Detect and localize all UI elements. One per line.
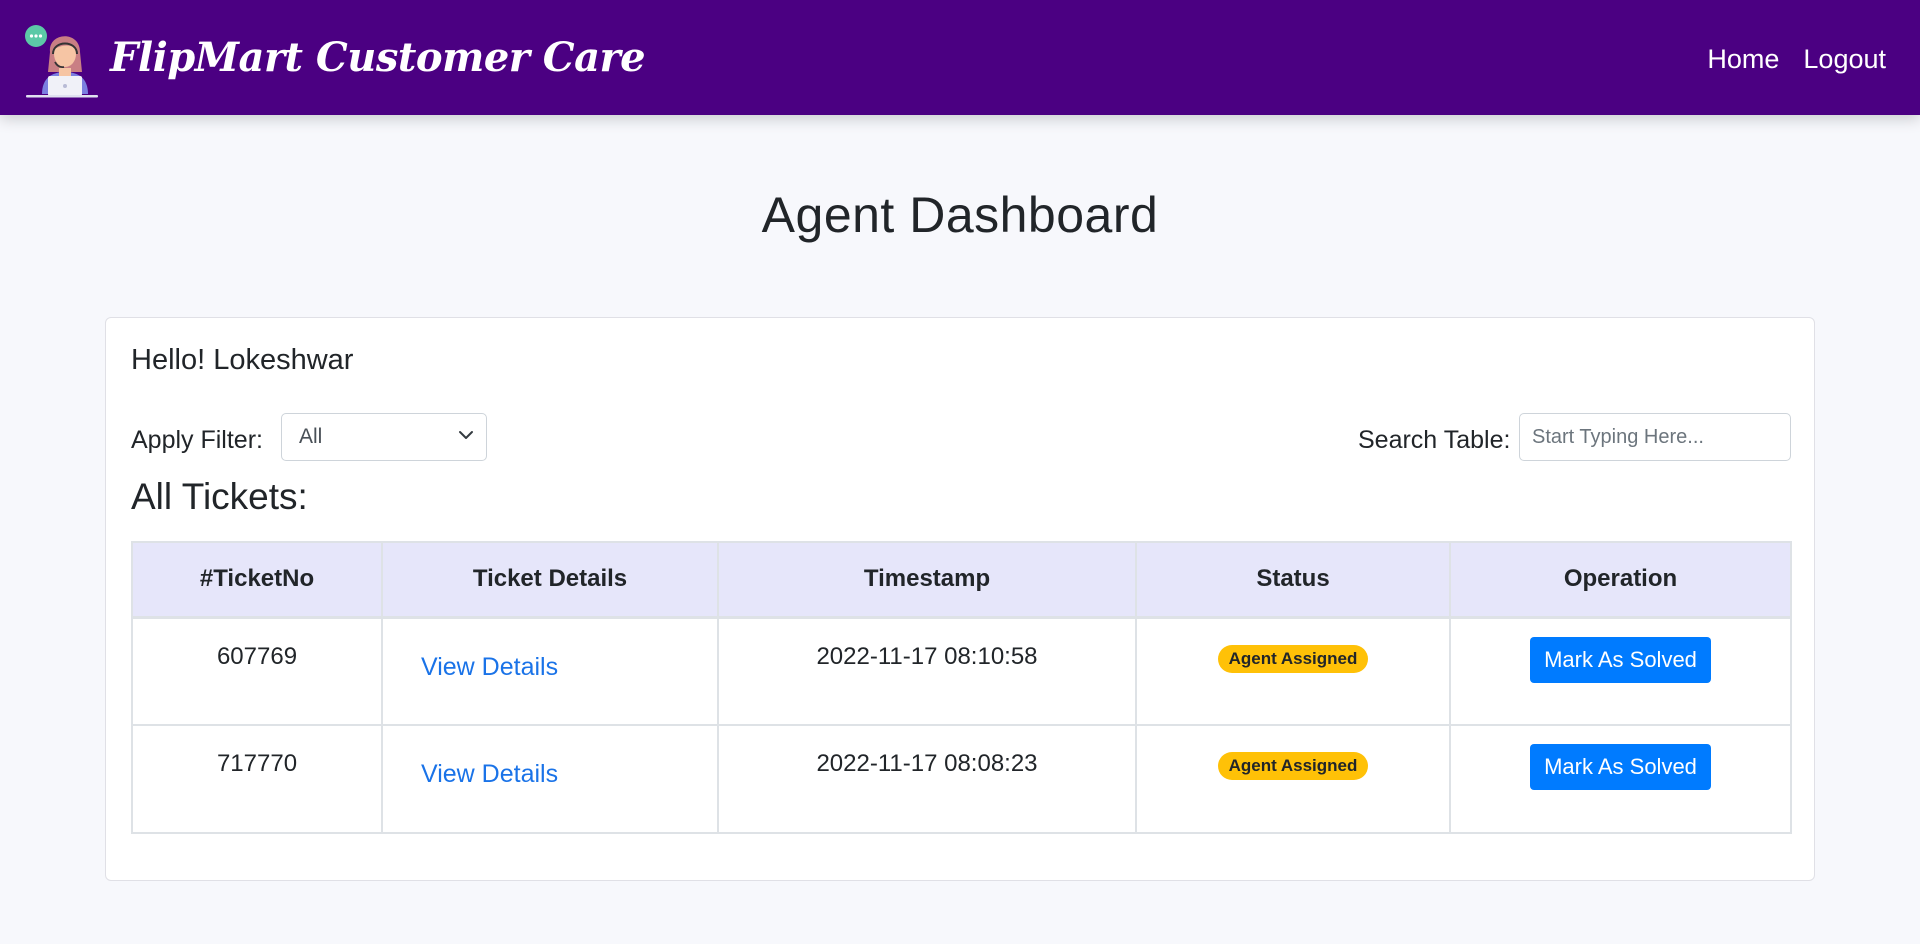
search-label: Search Table: bbox=[1358, 426, 1511, 454]
nav-logout-link[interactable]: Logout bbox=[1803, 44, 1886, 75]
table-body: 607769 View Details 2022-11-17 08:10:58 … bbox=[131, 616, 1792, 834]
header-ticket-details: Ticket Details bbox=[381, 541, 719, 619]
page-title: Agent Dashboard bbox=[761, 187, 1159, 243]
brand[interactable]: FlipMart Customer Care bbox=[22, 0, 646, 115]
header-operation: Operation bbox=[1449, 541, 1792, 619]
ticket-no-cell: 717770 bbox=[131, 724, 383, 834]
status-cell: Agent Assigned bbox=[1135, 616, 1451, 726]
brand-title: FlipMart Customer Care bbox=[110, 34, 646, 81]
operation-cell: Mark As Solved bbox=[1449, 724, 1792, 834]
table-row: 717770 View Details 2022-11-17 08:08:23 … bbox=[131, 724, 1792, 834]
status-cell: Agent Assigned bbox=[1135, 724, 1451, 834]
header-status: Status bbox=[1135, 541, 1451, 619]
dashboard-card: Hello! Lokeshwar Apply Filter: All Searc… bbox=[105, 317, 1815, 881]
ticket-details-cell: View Details bbox=[381, 616, 719, 726]
greeting-text: Hello! Lokeshwar bbox=[131, 344, 354, 376]
view-details-link[interactable]: View Details bbox=[384, 653, 716, 682]
customer-support-agent-icon bbox=[25, 24, 98, 97]
filter-selected-value: All bbox=[299, 425, 323, 448]
timestamp-cell: 2022-11-17 08:08:23 bbox=[717, 724, 1137, 834]
filter-select[interactable]: All bbox=[281, 413, 487, 461]
operation-cell: Mark As Solved bbox=[1449, 616, 1792, 726]
search-input[interactable] bbox=[1519, 413, 1791, 461]
status-badge: Agent Assigned bbox=[1217, 644, 1369, 673]
mark-as-solved-button[interactable]: Mark As Solved bbox=[1530, 744, 1711, 790]
nav-home-link[interactable]: Home bbox=[1707, 44, 1779, 75]
header-ticket-no: #TicketNo bbox=[131, 541, 383, 619]
header-timestamp: Timestamp bbox=[717, 541, 1137, 619]
table-header-row: #TicketNo Ticket Details Timestamp Statu… bbox=[131, 541, 1792, 619]
table-header: #TicketNo Ticket Details Timestamp Statu… bbox=[131, 541, 1792, 619]
top-navbar: FlipMart Customer Care Home Logout bbox=[0, 0, 1920, 115]
ticket-no-cell: 607769 bbox=[131, 616, 383, 726]
ticket-details-cell: View Details bbox=[381, 724, 719, 834]
mark-as-solved-button[interactable]: Mark As Solved bbox=[1530, 636, 1711, 683]
status-badge: Agent Assigned bbox=[1217, 752, 1369, 780]
tickets-table: #TicketNo Ticket Details Timestamp Statu… bbox=[131, 541, 1792, 834]
chevron-down-icon bbox=[459, 431, 473, 439]
nav-links: Home Logout bbox=[1707, 44, 1886, 75]
timestamp-cell: 2022-11-17 08:10:58 bbox=[717, 616, 1137, 726]
section-title: All Tickets: bbox=[131, 476, 308, 517]
table-row: 607769 View Details 2022-11-17 08:10:58 … bbox=[131, 616, 1792, 726]
filter-label: Apply Filter: bbox=[131, 426, 263, 454]
view-details-link[interactable]: View Details bbox=[384, 760, 716, 789]
